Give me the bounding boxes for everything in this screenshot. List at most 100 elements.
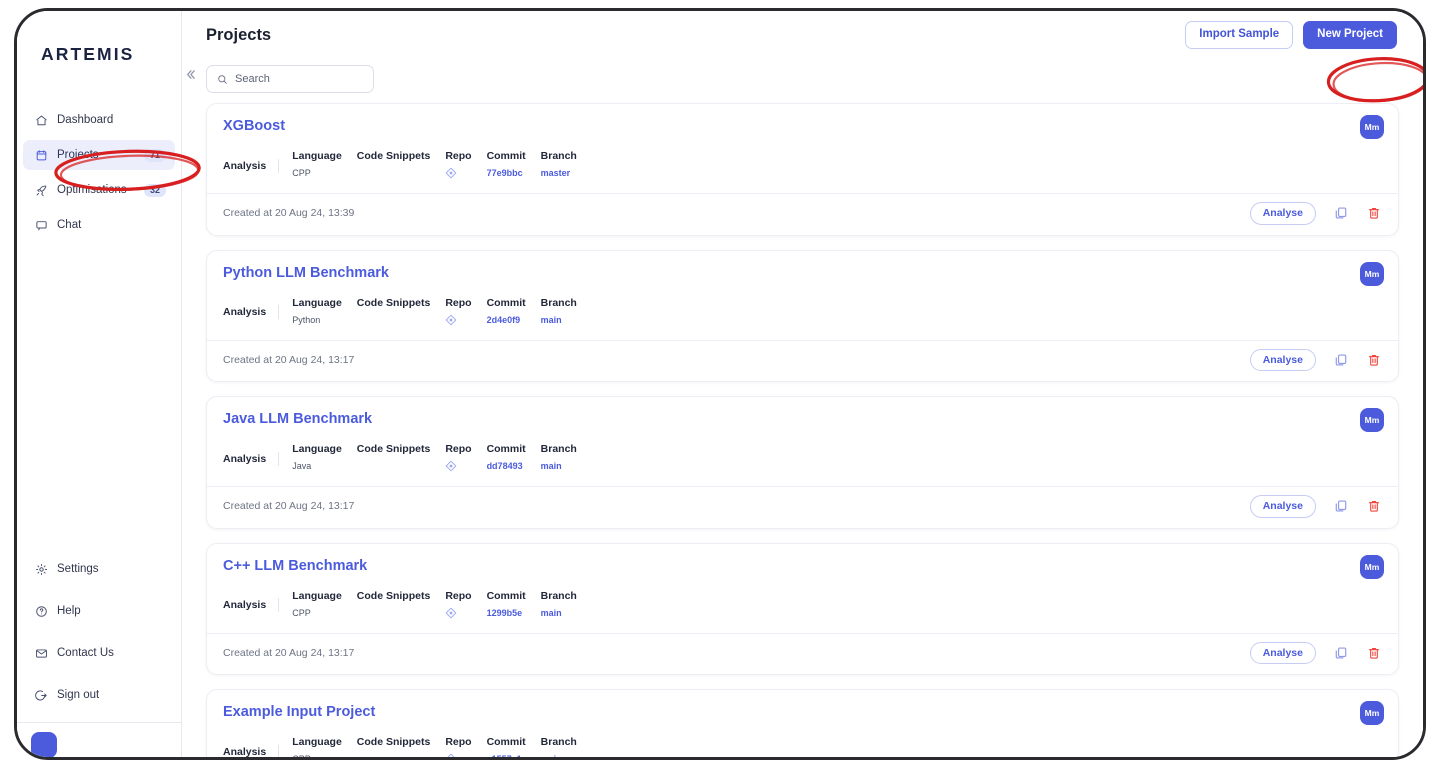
import-sample-button[interactable]: Import Sample [1185,21,1294,49]
sidebar-item-contact-us[interactable]: Contact Us [23,638,175,668]
git-repo-icon[interactable] [445,753,471,757]
chat-bubble-icon [34,218,48,232]
sidebar-item-dashboard[interactable]: Dashboard [23,105,175,135]
commit-link[interactable]: 1299b5e [487,607,526,619]
sidebar-item-sign-out[interactable]: Sign out [23,680,175,710]
meta-col-commit: Commit dd78493 [487,442,526,475]
meta-col-code-snippets: Code Snippets [357,589,431,622]
projects-list[interactable]: XGBoost Mm Analysis Language CPP Code Sn… [182,103,1423,757]
git-repo-icon[interactable] [445,167,471,182]
meta-col-language: Language Java [292,442,342,475]
sign-out-icon [34,688,48,702]
created-at: Created at 20 Aug 24, 13:17 [223,353,355,366]
search-input[interactable] [235,73,363,85]
analyse-button[interactable]: Analyse [1249,495,1316,518]
project-title-link[interactable]: Python LLM Benchmark [223,265,389,281]
branch-link[interactable]: main [541,314,577,326]
card-footer: Created at 20 Aug 24, 13:39 Analyse [207,193,1398,235]
commit-link[interactable]: dd78493 [487,460,526,472]
sidebar-item-settings[interactable]: Settings [23,554,175,584]
copy-icon[interactable] [1332,351,1349,368]
commit-link[interactable]: c1557a1 [487,753,526,757]
language-value: Java [292,461,312,471]
copy-icon[interactable] [1332,498,1349,515]
column-header: Repo [445,296,472,309]
account-row[interactable] [17,723,181,757]
project-title-link[interactable]: XGBoost [223,118,285,134]
sidebar-item-label: Chat [57,219,82,231]
meta-col-language: Language CPP [292,149,342,182]
meta-col-commit: Commit 1299b5e [487,589,526,622]
project-title-link[interactable]: C++ LLM Benchmark [223,558,367,574]
column-header: Commit [486,736,526,748]
meta-col-branch: Branch master [541,149,577,182]
envelope-icon [34,646,48,660]
git-repo-icon[interactable] [445,460,471,475]
owner-avatar: Mm [1360,115,1384,139]
project-card[interactable]: Java LLM Benchmark Mm Analysis Language … [206,396,1399,529]
trash-icon[interactable] [1365,205,1382,222]
created-at: Created at 20 Aug 24, 13:17 [223,646,355,659]
meta-col-branch: Branch main [541,589,577,622]
sidebar-item-label: Optimisations [57,184,127,196]
copy-icon[interactable] [1332,205,1349,222]
meta-col-commit: Commit 77e9bbc [487,149,526,182]
page-header: Projects Import Sample New Project [182,11,1423,59]
branch-link[interactable]: main [541,753,577,757]
commit-link[interactable]: 2d4e0f9 [487,314,526,326]
project-card[interactable]: Example Input Project Mm Analysis Langua… [206,689,1399,757]
main-content: Projects Import Sample New Project Searc… [182,11,1423,757]
project-card[interactable]: C++ LLM Benchmark Mm Analysis Language C… [206,542,1399,675]
column-header: Language [292,296,342,309]
trash-icon[interactable] [1365,644,1382,661]
owner-avatar: Mm [1360,701,1384,725]
column-header: Branch [540,150,577,162]
analyse-button[interactable]: Analyse [1249,202,1316,225]
project-card[interactable]: Python LLM Benchmark Mm Analysis Languag… [206,249,1399,382]
sidebar-item-chat[interactable]: Chat [23,210,175,240]
column-header: Language [292,150,342,162]
branch-link[interactable]: master [541,167,577,179]
sidebar-item-help[interactable]: Help [23,596,175,626]
chevron-double-left-icon[interactable] [179,63,201,85]
analyse-button[interactable]: Analyse [1249,641,1316,664]
search-box[interactable] [206,65,374,93]
project-title-link[interactable]: Java LLM Benchmark [223,411,372,427]
sidebar-item-label: Sign out [57,689,100,701]
card-actions: Analyse [1249,495,1382,518]
column-header: Code Snippets [356,296,431,309]
home-icon [34,113,48,127]
language-value: CPP [292,168,311,178]
column-header: Commit [486,443,526,455]
project-card[interactable]: XGBoost Mm Analysis Language CPP Code Sn… [206,103,1399,236]
column-header: Branch [540,443,577,455]
sidebar-item-projects[interactable]: Projects 71 [23,140,175,170]
new-project-button[interactable]: New Project [1303,21,1397,49]
page-title: Projects [206,25,272,44]
copy-icon[interactable] [1332,644,1349,661]
analysis-label: Analysis [223,158,280,173]
sidebar-item-optimisations[interactable]: Optimisations 32 [23,175,175,205]
analyse-button[interactable]: Analyse [1249,348,1316,371]
project-meta: Analysis Language Java Code Snippets Rep… [223,442,1382,486]
git-repo-icon[interactable] [445,607,471,622]
trash-icon[interactable] [1365,351,1382,368]
owner-avatar: Mm [1360,554,1384,579]
meta-col-language: Language CPP [292,589,342,622]
trash-icon[interactable] [1365,498,1382,515]
git-repo-icon[interactable] [445,314,471,329]
brand-name: ARTEMIS [41,43,135,64]
app-viewport: ARTEMIS Dashboard Projects 71 Optimisati… [17,11,1423,757]
branch-link[interactable]: main [541,607,577,619]
avatar [31,732,57,757]
commit-link[interactable]: 77e9bbc [487,167,526,179]
card-actions: Analyse [1249,202,1382,225]
project-title-link[interactable]: Example Input Project [223,704,375,720]
column-header: Language [292,589,342,602]
project-meta: Analysis Language Python Code Snippets R… [223,296,1382,340]
meta-col-branch: Branch main [541,442,577,475]
meta-col-branch: Branch main [541,735,577,757]
branch-link[interactable]: main [541,460,577,472]
meta-col-code-snippets: Code Snippets [357,442,431,475]
sidebar-item-label: Settings [57,563,99,575]
